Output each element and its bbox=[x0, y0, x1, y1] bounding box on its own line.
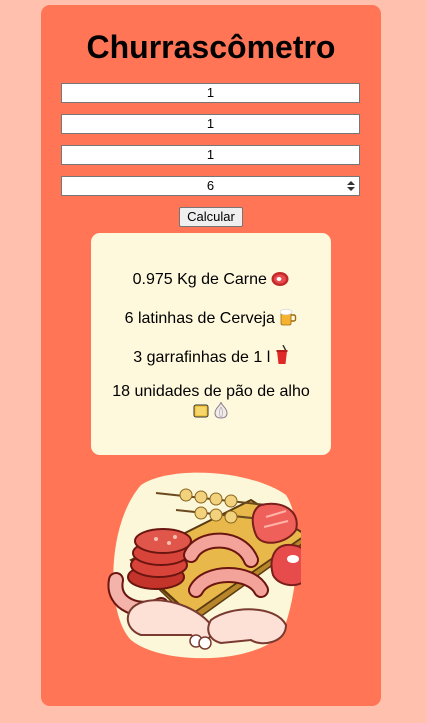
drink-result: 3 garrafinhas de 1 l bbox=[91, 345, 331, 367]
bread-result: 18 unidades de pão de alho bbox=[91, 383, 331, 421]
calculator-card: Churrascômetro 1 1 1 6 Calcular 0.975 Kg… bbox=[41, 5, 381, 706]
spin-arrows-icon[interactable] bbox=[347, 180, 355, 192]
duration-hours-input[interactable]: 6 bbox=[61, 176, 360, 196]
beer-mug-icon bbox=[280, 308, 297, 326]
bbq-food-illustration bbox=[107, 472, 301, 659]
garlic-icon bbox=[214, 401, 228, 419]
men-count-input[interactable]: 1 bbox=[61, 83, 360, 103]
beer-result: 6 latinhas de Cerveja bbox=[91, 308, 331, 328]
result-panel: 0.975 Kg de Carne 6 latinhas de Cerveja … bbox=[91, 233, 331, 455]
meat-result: 0.975 Kg de Carne bbox=[91, 271, 331, 289]
meat-icon bbox=[271, 272, 289, 286]
page-title: Churrascômetro bbox=[86, 29, 336, 65]
women-count-input[interactable]: 1 bbox=[61, 114, 360, 134]
duration-value: 6 bbox=[206, 178, 215, 193]
children-count-input[interactable]: 1 bbox=[61, 145, 360, 165]
bread-icon bbox=[193, 404, 209, 418]
cup-with-straw-icon bbox=[276, 345, 288, 364]
calculate-button[interactable]: Calcular bbox=[179, 207, 243, 227]
